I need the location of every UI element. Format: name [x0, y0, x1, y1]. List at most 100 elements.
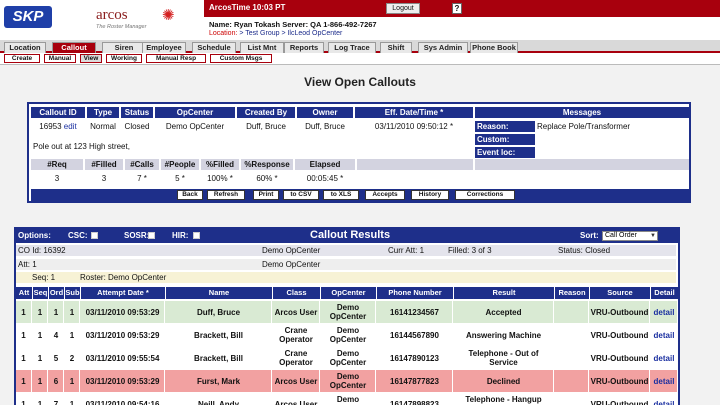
- cell-detail: detail: [651, 301, 678, 323]
- th-sub[interactable]: Sub: [65, 287, 80, 299]
- options-bar: Options: CSC: SOSR: HIR: Callout Results…: [16, 229, 678, 243]
- cell-att: 1: [16, 370, 32, 392]
- back-button[interactable]: Back: [177, 190, 203, 200]
- callout-created-by: Duff, Bruce: [246, 122, 286, 131]
- th-reason[interactable]: Reason: [555, 287, 589, 299]
- cell-opcenter: Demo OpCenter: [321, 301, 376, 323]
- subtab-manual-resp[interactable]: Manual Resp: [146, 54, 206, 63]
- col-opcenter: OpCenter: [155, 107, 235, 118]
- to-xls-button[interactable]: to XLS: [323, 190, 359, 200]
- th-opcenter[interactable]: OpCenter: [321, 287, 376, 299]
- cell-source: VRU-Outbound: [590, 347, 650, 369]
- callout-id-cell: 16953 edit: [31, 121, 85, 132]
- results-title: Callout Results: [310, 229, 391, 241]
- table-row: 1 1 4 1 03/11/2010 09:53:29 Brackett, Bill Cra…: [16, 324, 678, 346]
- action-toolbar: [31, 189, 689, 201]
- history-button[interactable]: History: [411, 190, 449, 200]
- sosr-label: SOSR:: [124, 231, 150, 240]
- subtab-working[interactable]: Working: [106, 54, 142, 63]
- th-name[interactable]: Name: [166, 287, 272, 299]
- logout-button[interactable]: Logout: [386, 3, 420, 14]
- tab-sys-admin[interactable]: Sys Admin: [418, 42, 468, 53]
- tab-shift[interactable]: Shift: [380, 42, 412, 53]
- tab-callout[interactable]: Callout: [52, 42, 96, 53]
- stat-req: 3: [54, 174, 60, 183]
- th-att[interactable]: Att: [16, 287, 32, 299]
- cell-seq: 1: [33, 301, 48, 323]
- cell-result: Accepted: [454, 301, 554, 323]
- tab-siren[interactable]: Siren: [102, 42, 146, 53]
- sub-tabs: Create Manual View Working Manual Resp Custom…: [0, 53, 720, 65]
- tab-phone-book[interactable]: Phone Book: [470, 42, 518, 53]
- subtab-manual[interactable]: Manual: [44, 54, 76, 63]
- cell-opcenter: Demo OpCenter: [321, 370, 376, 392]
- cell-opcenter: Demo OpCenter: [321, 347, 376, 369]
- co-id: CO Id: 16392: [16, 245, 260, 256]
- cell-detail: detail: [651, 347, 678, 369]
- th-class[interactable]: Class: [273, 287, 320, 299]
- stat-spacer: [357, 159, 473, 170]
- th-attempt-date[interactable]: Attempt Date *: [81, 287, 165, 299]
- th-source[interactable]: Source: [590, 287, 650, 299]
- refresh-button[interactable]: Refresh: [207, 190, 245, 200]
- subtab-view[interactable]: View: [80, 54, 102, 63]
- tab-location[interactable]: Location: [4, 42, 46, 53]
- col-eff-datetime: Eff. Date/Time *: [355, 107, 473, 118]
- arcos-logo: arcos: [96, 7, 128, 23]
- cell-class: Arcos User: [273, 301, 320, 323]
- tab-schedule[interactable]: Schedule: [192, 42, 236, 53]
- th-result[interactable]: Result: [454, 287, 554, 299]
- cell-result: Declined: [454, 370, 554, 392]
- help-icon[interactable]: ?: [452, 3, 462, 14]
- event-loc-label: Event loc:: [475, 147, 535, 158]
- cell-att: 1: [16, 393, 32, 405]
- cell-reason: [555, 347, 589, 369]
- detail-link[interactable]: detail: [654, 400, 675, 405]
- th-phone[interactable]: Phone Number: [377, 287, 453, 299]
- callout-owner: Duff, Bruce: [305, 122, 345, 131]
- cell-name: Furst, Mark: [166, 370, 272, 392]
- cell-ord: 5: [49, 347, 64, 369]
- corrections-button[interactable]: Corrections: [455, 190, 515, 200]
- edit-link[interactable]: edit: [64, 122, 77, 131]
- hir-checkbox[interactable]: [193, 232, 200, 239]
- cell-date: 03/11/2010 09:53:29: [81, 370, 165, 392]
- col-type: Type: [87, 107, 119, 118]
- th-seq[interactable]: Seq: [33, 287, 48, 299]
- cell-phone: 16147890123: [377, 347, 453, 369]
- to-csv-button[interactable]: to CSV: [283, 190, 319, 200]
- cell-reason: [555, 324, 589, 346]
- cell-seq: 1: [33, 324, 48, 346]
- att-opcenter: Demo OpCenter: [260, 259, 676, 270]
- star-icon: ✺: [162, 7, 175, 24]
- stat-people-header: #People: [161, 159, 199, 170]
- detail-link[interactable]: detail: [654, 354, 675, 363]
- callout-id: 16953: [39, 122, 62, 131]
- cell-opcenter: Demo OpCenter: [321, 324, 376, 346]
- th-ord[interactable]: Ord: [49, 287, 64, 299]
- detail-link[interactable]: detail: [654, 377, 675, 386]
- cell-att: 1: [16, 347, 32, 369]
- tab-list-mnt[interactable]: List Mnt: [240, 42, 284, 53]
- csc-checkbox[interactable]: [91, 232, 98, 239]
- tab-reports[interactable]: Reports: [284, 42, 324, 53]
- cell-att: 1: [16, 301, 32, 323]
- subtab-custom-msgs[interactable]: Custom Msgs: [210, 54, 272, 63]
- col-messages: Messages: [475, 107, 689, 118]
- th-detail[interactable]: Detail: [651, 287, 678, 299]
- cell-phone: 16144567890: [377, 324, 453, 346]
- sosr-checkbox[interactable]: [148, 232, 155, 239]
- cell-result: Telephone - Out of Service: [454, 347, 554, 369]
- cell-opcenter: Demo OpCenter: [321, 393, 376, 405]
- sort-select[interactable]: Call Order ▼: [602, 231, 658, 241]
- table-row: 1 1 6 1 03/11/2010 09:53:29 Furst, Mark Arcos …: [16, 370, 678, 392]
- tab-employee[interactable]: Employee: [142, 42, 186, 53]
- print-button[interactable]: Print: [253, 190, 279, 200]
- subtab-create[interactable]: Create: [4, 54, 40, 63]
- accepts-button[interactable]: Accepts: [365, 190, 405, 200]
- location-path[interactable]: > Test Group > IlcLeod OpCenter: [239, 30, 342, 37]
- tab-log-trace[interactable]: Log Trace: [328, 42, 376, 53]
- detail-link[interactable]: detail: [654, 308, 675, 317]
- detail-link[interactable]: detail: [654, 331, 675, 340]
- location-label[interactable]: Location:: [209, 30, 239, 37]
